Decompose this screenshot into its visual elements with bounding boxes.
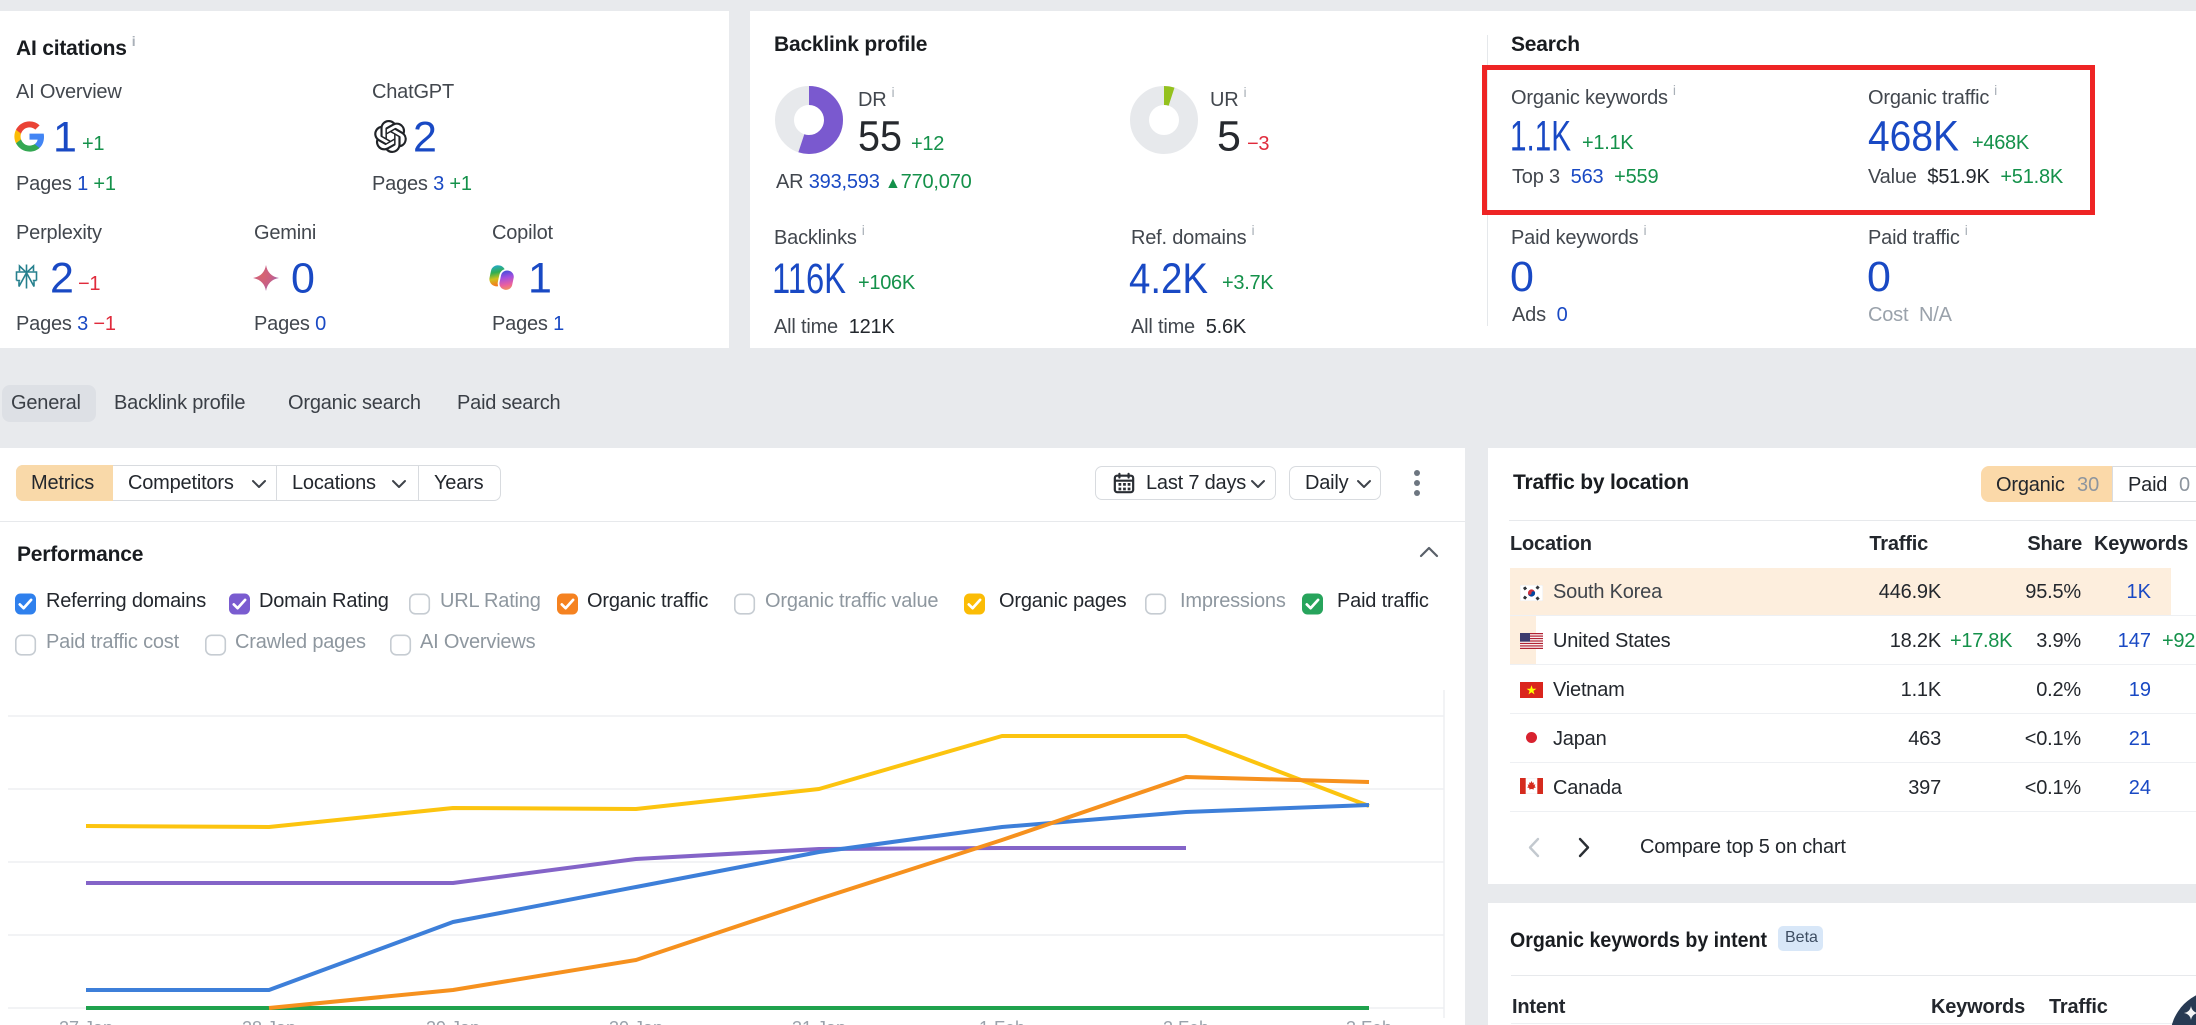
svg-text:28 Jan: 28 Jan (242, 1018, 296, 1025)
svg-text:1.1K: 1.1K (1510, 113, 1571, 159)
svg-text:1 Feb: 1 Feb (979, 1018, 1025, 1025)
svg-text:29 Jan: 29 Jan (426, 1018, 480, 1025)
svg-text:0: 0 (1867, 253, 1891, 298)
svg-text:31 Jan: 31 Jan (792, 1018, 846, 1025)
svg-text:27 Jan: 27 Jan (59, 1018, 113, 1025)
svg-text:3 Feb: 3 Feb (1346, 1018, 1392, 1025)
svg-text:30 Jan: 30 Jan (609, 1018, 663, 1025)
svg-text:0: 0 (1510, 253, 1534, 298)
svg-text:Organic keywords by intent: Organic keywords by intent (1510, 929, 1767, 952)
svg-text:2 Feb: 2 Feb (1163, 1018, 1209, 1025)
svg-text:468K: 468K (1868, 113, 1959, 159)
